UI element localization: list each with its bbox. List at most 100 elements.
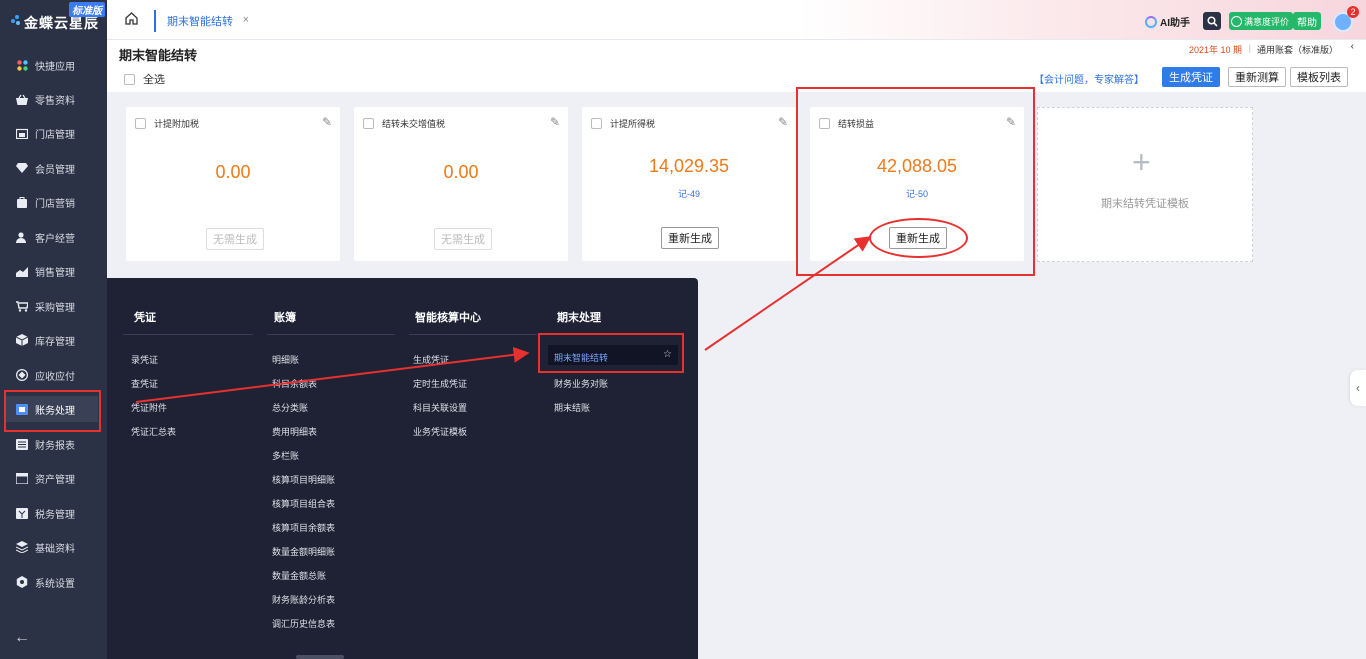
menu-item[interactable]: 科目余额表	[272, 377, 317, 390]
home-icon[interactable]	[125, 12, 139, 26]
menu-item[interactable]: 业务凭证模板	[413, 425, 467, 438]
account-book-selector[interactable]: 通用账套（标准版）	[1257, 43, 1338, 56]
sidebar-item-customer-operations[interactable]: 客户经营	[6, 224, 98, 250]
sidebar-item-retail-data[interactable]: 零售资料	[6, 86, 98, 112]
carry-card-surcharge-tax: 计提附加税 ✎ 0.00 无需生成	[126, 107, 340, 261]
menu-item[interactable]: 核算项目明细账	[272, 473, 335, 486]
menu-item[interactable]: 生成凭证	[413, 353, 449, 366]
sidebar-item-store-management[interactable]: 门店管理	[6, 120, 98, 146]
edit-icon[interactable]: ✎	[322, 115, 332, 129]
generate-voucher-button[interactable]: 生成凭证	[1162, 67, 1220, 87]
menu-item[interactable]: 凭证附件	[131, 401, 167, 414]
card-title: 计提所得税	[610, 119, 656, 129]
sidebar-item-receivables-payables[interactable]: 应收应付	[6, 362, 98, 388]
add-template-label: 期末结转凭证模板	[1101, 198, 1189, 210]
store-icon	[16, 127, 28, 139]
menu-item[interactable]: 数量金额总账	[272, 569, 326, 582]
ai-label: AI助手	[1160, 18, 1190, 29]
app-logo[interactable]: 金蝶云星辰 标准版	[0, 0, 107, 40]
menu-item[interactable]: 核算项目余额表	[272, 521, 335, 534]
expert-help-link[interactable]: 【会计问题，专家解答】	[1034, 71, 1144, 86]
search-icon	[1206, 15, 1218, 27]
menu-item[interactable]: 查凭证	[131, 377, 158, 390]
basket-icon	[16, 93, 28, 105]
receivable-icon	[16, 369, 28, 381]
sidebar-item-sales-management[interactable]: 销售管理	[6, 258, 98, 284]
menu-item[interactable]: 明细账	[272, 353, 299, 366]
card-checkbox[interactable]	[135, 118, 146, 129]
sidebar-item-store-marketing[interactable]: 门店营销	[6, 189, 98, 215]
menu-item[interactable]: 期末结账	[554, 401, 590, 414]
sidebar-item-basic-data[interactable]: 基础资料	[6, 534, 98, 560]
add-template-card[interactable]: + 期末结转凭证模板	[1037, 107, 1253, 262]
sidebar-item-member-management[interactable]: 会员管理	[6, 155, 98, 181]
card-checkbox[interactable]	[591, 118, 602, 129]
menu-column-smart-center: 智能核算中心	[415, 312, 481, 324]
logo-mark-icon	[11, 15, 21, 25]
menu-item[interactable]: 调汇历史信息表	[272, 617, 335, 630]
right-panel-toggle[interactable]: ‹	[1350, 370, 1366, 406]
sidebar-item-label: 销售管理	[35, 267, 75, 279]
menu-item[interactable]: 科目关联设置	[413, 401, 467, 414]
template-list-button[interactable]: 模板列表	[1290, 67, 1348, 87]
checkbox-box[interactable]	[124, 73, 135, 85]
report-icon	[16, 438, 28, 450]
sidebar-item-inventory-management[interactable]: 库存管理	[6, 327, 98, 353]
carry-card-unpaid-vat: 结转未交增值税 ✎ 0.00 无需生成	[354, 107, 568, 261]
menu-item[interactable]: 数量金额明细账	[272, 545, 335, 558]
menu-item[interactable]: 核算项目组合表	[272, 497, 335, 510]
satisfaction-rating-button[interactable]: 满意度评价	[1229, 12, 1294, 30]
menu-item[interactable]: 凭证汇总表	[131, 425, 176, 438]
card-header: 计提附加税	[135, 117, 199, 130]
sidebar-item-label: 应收应付	[35, 371, 75, 383]
sidebar-item-financial-reports[interactable]: 财务报表	[6, 431, 98, 457]
horizontal-scrollbar[interactable]	[296, 655, 344, 659]
menu-item[interactable]: 财务账龄分析表	[272, 593, 335, 606]
sidebar-item-quick-apps[interactable]: 快捷应用	[6, 52, 98, 78]
page-title: 期末智能结转	[119, 48, 198, 63]
sidebar-item-tax-management[interactable]: 税务管理	[6, 500, 98, 526]
card-header: 结转未交增值税	[363, 117, 445, 130]
notification-badge[interactable]: 2	[1347, 6, 1359, 18]
sidebar-item-purchase-management[interactable]: 采购管理	[6, 293, 98, 319]
sales-chart-icon	[16, 265, 28, 277]
sidebar-item-label: 门店管理	[35, 129, 75, 141]
help-button[interactable]: 帮助	[1293, 12, 1321, 30]
menu-item[interactable]: 总分类账	[272, 401, 308, 414]
chevron-left-icon[interactable]: ‹	[1351, 41, 1354, 52]
card-header: 计提所得税	[591, 117, 655, 130]
search-button[interactable]	[1203, 12, 1221, 30]
divider	[267, 334, 395, 335]
cart-icon	[16, 300, 28, 312]
card-checkbox[interactable]	[363, 118, 374, 129]
sidebar-item-label: 系统设置	[35, 578, 75, 590]
menu-item[interactable]: 多栏账	[272, 449, 299, 462]
edit-icon[interactable]: ✎	[550, 115, 560, 129]
tab-period-end-transfer[interactable]: 期末智能结转 ×	[154, 10, 249, 32]
card-title: 结转未交增值税	[382, 119, 446, 129]
menu-item[interactable]: 定时生成凭证	[413, 377, 467, 390]
divider: |	[1248, 43, 1251, 53]
voucher-number-link[interactable]: 记-49	[582, 187, 796, 200]
select-all-checkbox[interactable]: 全选	[124, 71, 165, 87]
period-selector[interactable]: 2021年 10 期	[1189, 43, 1242, 56]
collapse-sidebar-icon[interactable]: ←	[14, 629, 30, 647]
menu-item[interactable]: 录凭证	[131, 353, 158, 366]
sidebar-item-label: 快捷应用	[35, 61, 75, 73]
tab-close-icon[interactable]: ×	[243, 14, 249, 26]
card-title: 计提附加税	[154, 119, 200, 129]
edit-icon[interactable]: ✎	[778, 115, 788, 129]
sidebar-item-system-settings[interactable]: 系统设置	[6, 569, 98, 595]
regenerate-button[interactable]: 重新生成	[661, 227, 719, 249]
menu-item[interactable]: 费用明细表	[272, 425, 317, 438]
sidebar-item-label: 零售资料	[35, 95, 75, 107]
apps-grid-icon	[16, 59, 28, 71]
menu-item[interactable]: 财务业务对账	[554, 377, 608, 390]
annotation-box-sidebar	[4, 390, 101, 432]
ai-swirl-icon	[1145, 15, 1157, 28]
sidebar-item-asset-management[interactable]: 资产管理	[6, 465, 98, 491]
tax-icon	[16, 507, 28, 519]
recalculate-button[interactable]: 重新测算	[1228, 67, 1286, 87]
diamond-icon	[16, 162, 28, 174]
ai-assistant-button[interactable]: AI助手	[1145, 14, 1190, 29]
